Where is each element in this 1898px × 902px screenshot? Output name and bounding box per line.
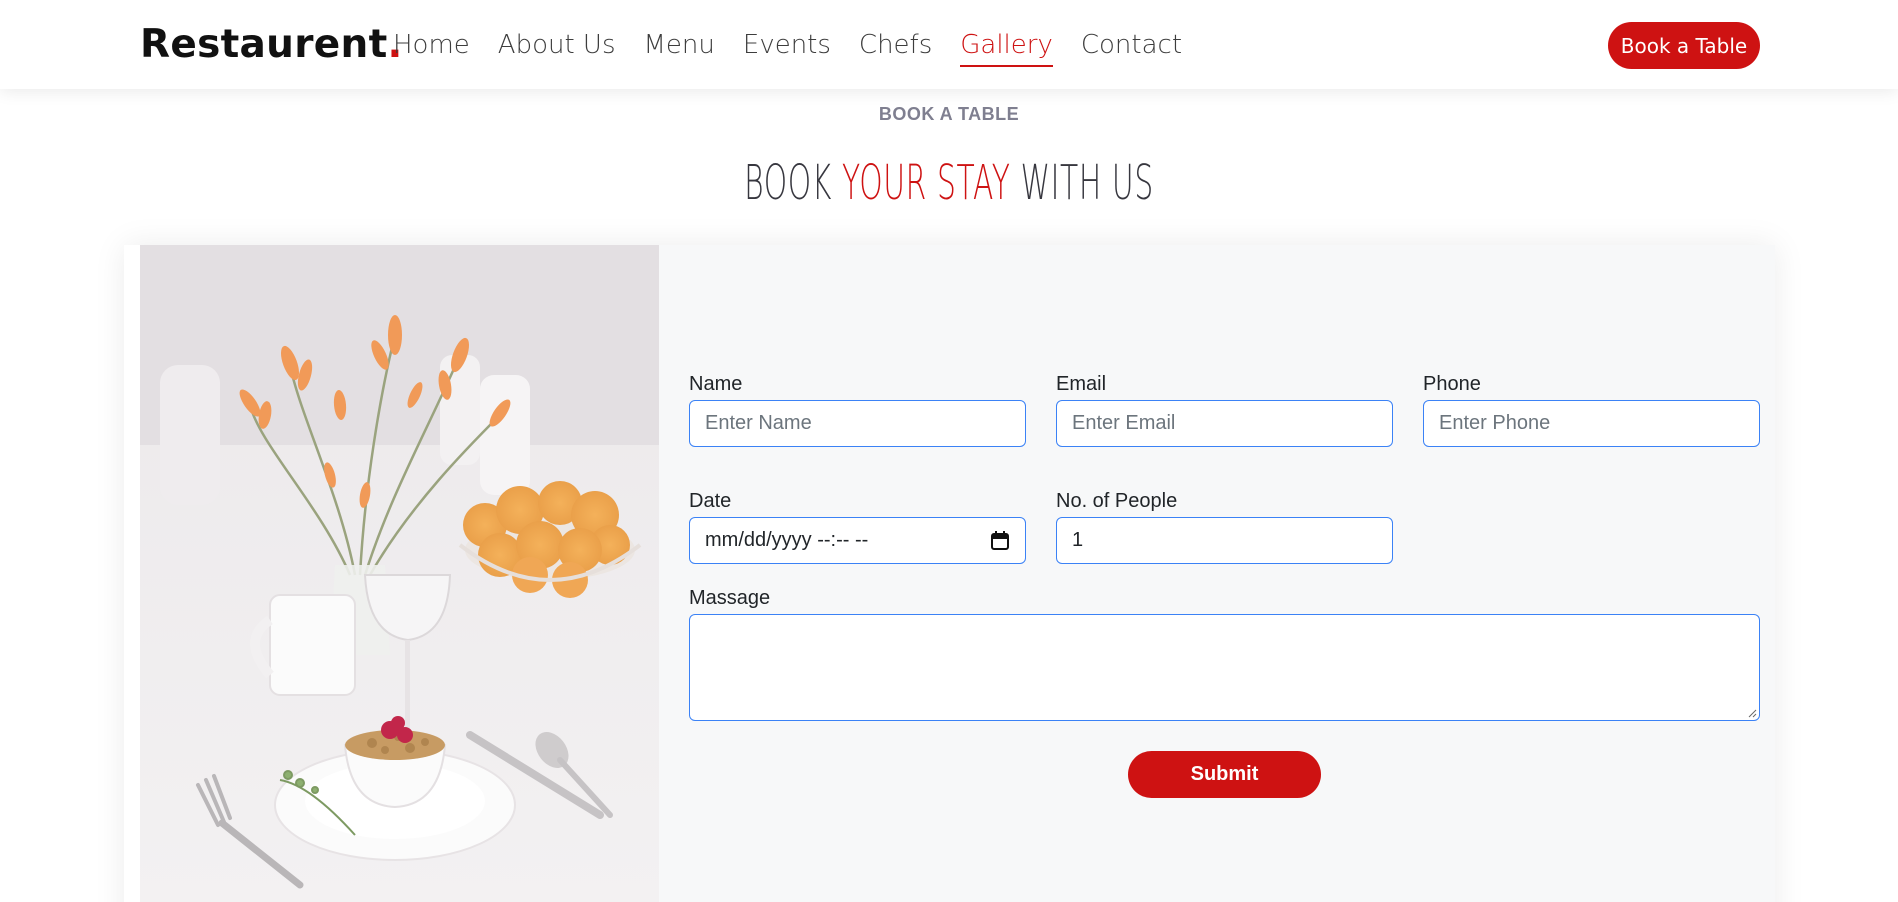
date-label: Date	[689, 490, 732, 512]
email-placeholder: Enter Email	[1072, 412, 1176, 434]
nav-item-home[interactable]: Home	[393, 25, 484, 65]
booking-form-panel	[659, 245, 1775, 902]
email-label: Email	[1056, 373, 1107, 395]
table-setting-illustration	[140, 245, 659, 902]
phone-label: Phone	[1423, 373, 1481, 395]
submit-button[interactable]: Submit	[1128, 751, 1321, 798]
nav-item-contact[interactable]: Contact	[1067, 25, 1196, 65]
main-nav: Home About Us Menu Events Chefs Gallery …	[393, 25, 1196, 67]
logo-text: Restaurent	[140, 22, 388, 67]
section-title: BOOK YOUR STAY WITH US	[361, 150, 1538, 216]
people-value: 1	[1072, 529, 1084, 551]
section-eyebrow: BOOK A TABLE	[878, 104, 1020, 124]
name-input[interactable]: Enter Name	[689, 400, 1026, 447]
nav-item-about-us[interactable]: About Us	[484, 25, 630, 65]
nav-item-events[interactable]: Events	[729, 25, 845, 65]
phone-placeholder: Enter Phone	[1439, 412, 1551, 434]
calendar-icon[interactable]	[991, 531, 1009, 550]
message-textarea[interactable]	[689, 614, 1760, 721]
title-part-1: BOOK	[744, 155, 832, 211]
nav-item-gallery[interactable]: Gallery	[946, 25, 1067, 67]
date-value: mm/dd/yyyy --:-- --	[705, 529, 869, 551]
nav-item-chefs[interactable]: Chefs	[845, 25, 946, 65]
title-accent: YOUR STAY	[842, 155, 1011, 211]
people-label: No. of People	[1056, 490, 1178, 512]
message-label: Massage	[689, 587, 771, 609]
phone-input[interactable]: Enter Phone	[1423, 400, 1760, 447]
name-label: Name	[689, 373, 743, 395]
book-a-table-button[interactable]: Book a Table	[1608, 22, 1760, 69]
site-header: Restaurent. Home About Us Menu Events Ch…	[0, 0, 1898, 89]
name-placeholder: Enter Name	[705, 412, 812, 434]
resize-grip-icon[interactable]	[1747, 708, 1757, 718]
email-input[interactable]: Enter Email	[1056, 400, 1393, 447]
people-input[interactable]: 1	[1056, 517, 1393, 564]
site-logo[interactable]: Restaurent.	[140, 21, 403, 69]
table-setting-photo	[140, 245, 659, 902]
date-input[interactable]: mm/dd/yyyy --:-- --	[689, 517, 1026, 564]
title-part-2: WITH US	[1020, 155, 1154, 211]
nav-item-menu[interactable]: Menu	[630, 25, 729, 65]
